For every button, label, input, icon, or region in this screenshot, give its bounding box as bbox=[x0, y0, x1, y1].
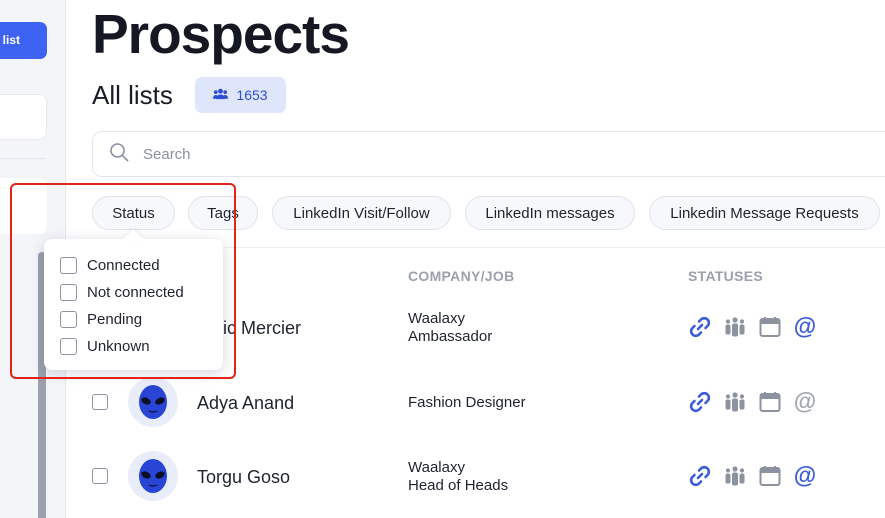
sidebar-card[interactable] bbox=[0, 94, 47, 140]
users-icon bbox=[213, 87, 229, 103]
search-icon bbox=[109, 142, 129, 167]
checkbox[interactable] bbox=[60, 311, 77, 328]
svg-text:@: @ bbox=[794, 390, 816, 414]
company-job: Fashion Designer bbox=[408, 394, 526, 412]
avatar bbox=[128, 451, 178, 501]
checkbox[interactable] bbox=[60, 284, 77, 301]
job-title: Ambassador bbox=[408, 328, 493, 345]
row-checkbox[interactable] bbox=[92, 468, 108, 484]
calendar-icon[interactable] bbox=[758, 390, 782, 414]
group-icon[interactable] bbox=[723, 315, 747, 339]
job-title: Fashion Designer bbox=[408, 394, 526, 411]
option-label: Unknown bbox=[87, 338, 150, 355]
email-icon[interactable]: @ bbox=[793, 313, 817, 339]
company-name: Waalaxy bbox=[408, 310, 465, 327]
link-icon[interactable] bbox=[688, 464, 712, 488]
list-name: All lists bbox=[92, 80, 173, 110]
status-icons: @ bbox=[688, 388, 817, 414]
status-option-connected[interactable]: Connected bbox=[60, 257, 160, 274]
company-job: Waalaxy Ambassador bbox=[408, 310, 492, 346]
company-name: Waalaxy bbox=[408, 459, 465, 476]
search-input[interactable] bbox=[143, 145, 743, 163]
prospect-name[interactable]: Adya Anand bbox=[197, 393, 294, 414]
status-icons: @ bbox=[688, 313, 817, 339]
page-title: Prospects bbox=[92, 3, 350, 65]
checkbox[interactable] bbox=[60, 257, 77, 274]
column-header-statuses: STATUSES bbox=[688, 268, 763, 284]
option-label: Not connected bbox=[87, 284, 184, 301]
status-filter-dropdown: Connected Not connected Pending Unknown bbox=[44, 229, 223, 370]
email-icon[interactable]: @ bbox=[793, 388, 817, 414]
status-option-unknown[interactable]: Unknown bbox=[60, 338, 150, 355]
column-header-company: COMPANY/JOB bbox=[408, 268, 515, 284]
option-label: Connected bbox=[87, 257, 160, 274]
svg-text:@: @ bbox=[794, 315, 816, 339]
calendar-icon[interactable] bbox=[758, 464, 782, 488]
link-icon[interactable] bbox=[688, 315, 712, 339]
email-icon[interactable]: @ bbox=[793, 462, 817, 488]
filter-tags-chip[interactable]: Tags bbox=[188, 196, 258, 230]
calendar-icon[interactable] bbox=[758, 315, 782, 339]
table-row[interactable]: Adya Anand Fashion Designer @ bbox=[66, 367, 885, 437]
filter-message-requests-chip[interactable]: Linkedin Message Requests bbox=[649, 196, 880, 230]
group-icon[interactable] bbox=[723, 390, 747, 414]
company-job: Waalaxy Head of Heads bbox=[408, 459, 508, 495]
filter-linkedin-messages-chip[interactable]: LinkedIn messages bbox=[465, 196, 635, 230]
dropdown-arrow bbox=[123, 229, 143, 249]
group-icon[interactable] bbox=[723, 464, 747, 488]
status-icons: @ bbox=[688, 462, 817, 488]
filter-linkedin-visit-chip[interactable]: LinkedIn Visit/Follow bbox=[272, 196, 451, 230]
search-bar[interactable] bbox=[92, 131, 885, 177]
create-list-button[interactable]: list bbox=[0, 22, 47, 59]
svg-text:@: @ bbox=[794, 464, 816, 488]
checkbox[interactable] bbox=[60, 338, 77, 355]
row-checkbox[interactable] bbox=[92, 394, 108, 410]
avatar bbox=[128, 377, 178, 427]
link-icon[interactable] bbox=[688, 390, 712, 414]
option-label: Pending bbox=[87, 311, 143, 328]
job-title: Head of Heads bbox=[408, 477, 509, 494]
status-option-pending[interactable]: Pending bbox=[60, 311, 142, 328]
prospect-count-badge: 1653 bbox=[195, 77, 286, 113]
filter-status-chip[interactable]: Status bbox=[92, 196, 175, 230]
sidebar-divider bbox=[0, 158, 46, 159]
table-row[interactable]: Torgu Goso Waalaxy Head of Heads @ bbox=[66, 441, 885, 511]
prospect-count: 1653 bbox=[236, 87, 268, 103]
status-option-not-connected[interactable]: Not connected bbox=[60, 284, 184, 301]
sidebar-card-secondary[interactable] bbox=[0, 178, 47, 234]
prospect-name[interactable]: Torgu Goso bbox=[197, 467, 290, 488]
